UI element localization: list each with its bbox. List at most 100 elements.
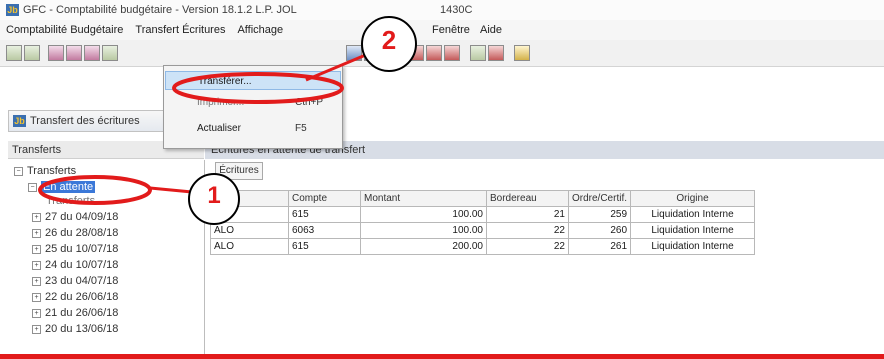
expand-icon[interactable]: + [32, 293, 41, 302]
menu-item-transferer-label: Transférer... [198, 76, 252, 87]
menu-bar: Comptabilité Budgétaire Transfert Écritu… [0, 20, 884, 40]
tree-node[interactable]: +21 du 26/06/18 [32, 306, 118, 320]
tree-node-label: 24 du 10/07/18 [45, 259, 119, 271]
toolbar-button-5[interactable] [84, 45, 100, 61]
window-title-suffix: 1430C [440, 4, 473, 16]
ecritures-table: ce Compte Montant Bordereau Ordre/Certif… [210, 190, 756, 255]
menu-comptabilite[interactable]: Comptabilité Budgétaire [0, 22, 129, 38]
collapse-icon[interactable]: − [14, 167, 23, 176]
tree-node-transferts-partial: Transferts [46, 195, 96, 207]
tree-node[interactable]: +27 du 04/09/18 [32, 210, 118, 224]
cell: 22 [486, 222, 569, 239]
cell: Liquidation Interne [630, 222, 756, 239]
cell: ALO [210, 238, 289, 255]
tree-root[interactable]: − Transferts [14, 164, 76, 178]
table-row[interactable]: 615 100.00 21 259 Liquidation Interne [210, 206, 756, 223]
table-row[interactable]: ALO 6063 100.00 22 260 Liquidation Inter… [210, 222, 756, 239]
toolbar-button-4[interactable] [66, 45, 82, 61]
menu-aide[interactable]: Aide [474, 22, 508, 38]
cell: 6063 [288, 222, 361, 239]
expand-icon[interactable]: + [32, 309, 41, 318]
tree-node[interactable]: +26 du 28/08/18 [32, 226, 118, 240]
menu-item-imprimer-shortcut: Ctrl+P [295, 97, 324, 108]
collapse-icon[interactable]: − [28, 183, 37, 192]
tree-node[interactable]: +23 du 04/07/18 [32, 274, 118, 288]
tree-node-label: 20 du 13/06/18 [45, 323, 119, 335]
col-header-origine[interactable]: Origine [630, 190, 756, 207]
tree-node-label: 25 du 10/07/18 [45, 243, 119, 255]
col-header-ordre-certif[interactable]: Ordre/Certif. [567, 190, 632, 207]
menu-item-imprimer-label: Imprimer... [197, 97, 245, 108]
toolbar-button-15[interactable] [514, 45, 530, 61]
tree-node-en-attente[interactable]: − En attente [28, 180, 96, 194]
cell: 260 [567, 222, 632, 239]
menu-item-actualiser[interactable]: Actualiser F5 [165, 119, 341, 138]
tree-node[interactable]: +24 du 10/07/18 [32, 258, 118, 272]
menu-item-actualiser-shortcut: F5 [295, 123, 307, 134]
col-header-compte[interactable]: Compte [288, 190, 361, 207]
subwindow-title: Transfert des écritures [30, 115, 140, 127]
menu-affichage[interactable]: Affichage [231, 22, 289, 38]
cell: Liquidation Interne [630, 206, 756, 223]
toolbar-button-13[interactable] [470, 45, 486, 61]
cell: 615 [288, 206, 361, 223]
tree-node-label: 21 du 26/06/18 [45, 307, 119, 319]
toolbar-button-8[interactable] [364, 45, 380, 61]
table-row[interactable]: ALO 615 200.00 22 261 Liquidation Intern… [210, 238, 756, 255]
col-header-montant[interactable]: Montant [360, 190, 487, 207]
tree-node-label: 23 du 04/07/18 [45, 275, 119, 287]
expand-icon[interactable]: + [32, 229, 41, 238]
toolbar [0, 40, 884, 67]
cell: 200.00 [360, 238, 487, 255]
menu-fenetre[interactable]: Fenêtre [426, 22, 476, 38]
bottom-accent-line [0, 354, 884, 359]
toolbar-button-7[interactable] [346, 45, 362, 61]
toolbar-button-9[interactable] [390, 45, 406, 61]
toolbar-button-14[interactable] [488, 45, 504, 61]
transfer-tree: − Transferts − En attente Transferts +27 d… [8, 160, 205, 354]
expand-icon[interactable]: + [32, 325, 41, 334]
expand-icon[interactable]: + [32, 277, 41, 286]
tree-node-label: 26 du 28/08/18 [45, 227, 119, 239]
tree-root-label: Transferts [27, 165, 77, 177]
col-header-ce[interactable]: ce [210, 190, 289, 207]
expand-icon[interactable]: + [32, 261, 41, 270]
tree-node-label: 22 du 26/06/18 [45, 291, 119, 303]
table-header-row: ce Compte Montant Bordereau Ordre/Certif… [210, 190, 756, 207]
tree-node-label: 27 du 04/09/18 [45, 211, 119, 223]
app-logo-icon: Jb [6, 4, 19, 16]
toolbar-button-2[interactable] [24, 45, 40, 61]
cell: ALO [210, 222, 289, 239]
col-header-bordereau[interactable]: Bordereau [486, 190, 569, 207]
toolbar-button-6[interactable] [102, 45, 118, 61]
cell: 615 [288, 238, 361, 255]
transfert-dropdown-menu: Transférer... Imprimer... Ctrl+P Actuali… [163, 65, 343, 149]
toolbar-button-1[interactable] [6, 45, 22, 61]
cell: Liquidation Interne [630, 238, 756, 255]
cell: 261 [567, 238, 632, 255]
menu-item-imprimer[interactable]: Imprimer... Ctrl+P [165, 93, 341, 112]
window-title: GFC - Comptabilité budgétaire - Version … [23, 4, 297, 16]
cell: 100.00 [360, 206, 487, 223]
toolbar-button-10[interactable] [408, 45, 424, 61]
tree-node[interactable]: +22 du 26/06/18 [32, 290, 118, 304]
tree-node[interactable]: +25 du 10/07/18 [32, 242, 118, 256]
expand-icon[interactable]: + [32, 245, 41, 254]
tab-ecritures[interactable]: Écritures [215, 162, 263, 180]
toolbar-button-3[interactable] [48, 45, 64, 61]
cell: 21 [486, 206, 569, 223]
toolbar-button-11[interactable] [426, 45, 442, 61]
cell: 100.00 [360, 222, 487, 239]
tree-node-en-attente-label: En attente [41, 181, 96, 193]
cell: 259 [567, 206, 632, 223]
cell: 22 [486, 238, 569, 255]
title-bar: Jb GFC - Comptabilité budgétaire - Versi… [0, 0, 884, 20]
menu-item-transferer[interactable]: Transférer... [165, 71, 341, 90]
menu-transfert-ecritures[interactable]: Transfert Écritures [129, 22, 231, 38]
menu-item-actualiser-label: Actualiser [197, 123, 241, 134]
subwindow-title-bar: Jb Transfert des écritures [8, 110, 168, 132]
toolbar-button-12[interactable] [444, 45, 460, 61]
expand-icon[interactable]: + [32, 213, 41, 222]
tree-node[interactable]: +20 du 13/06/18 [32, 322, 118, 336]
subwindow-logo-icon: Jb [13, 115, 26, 127]
